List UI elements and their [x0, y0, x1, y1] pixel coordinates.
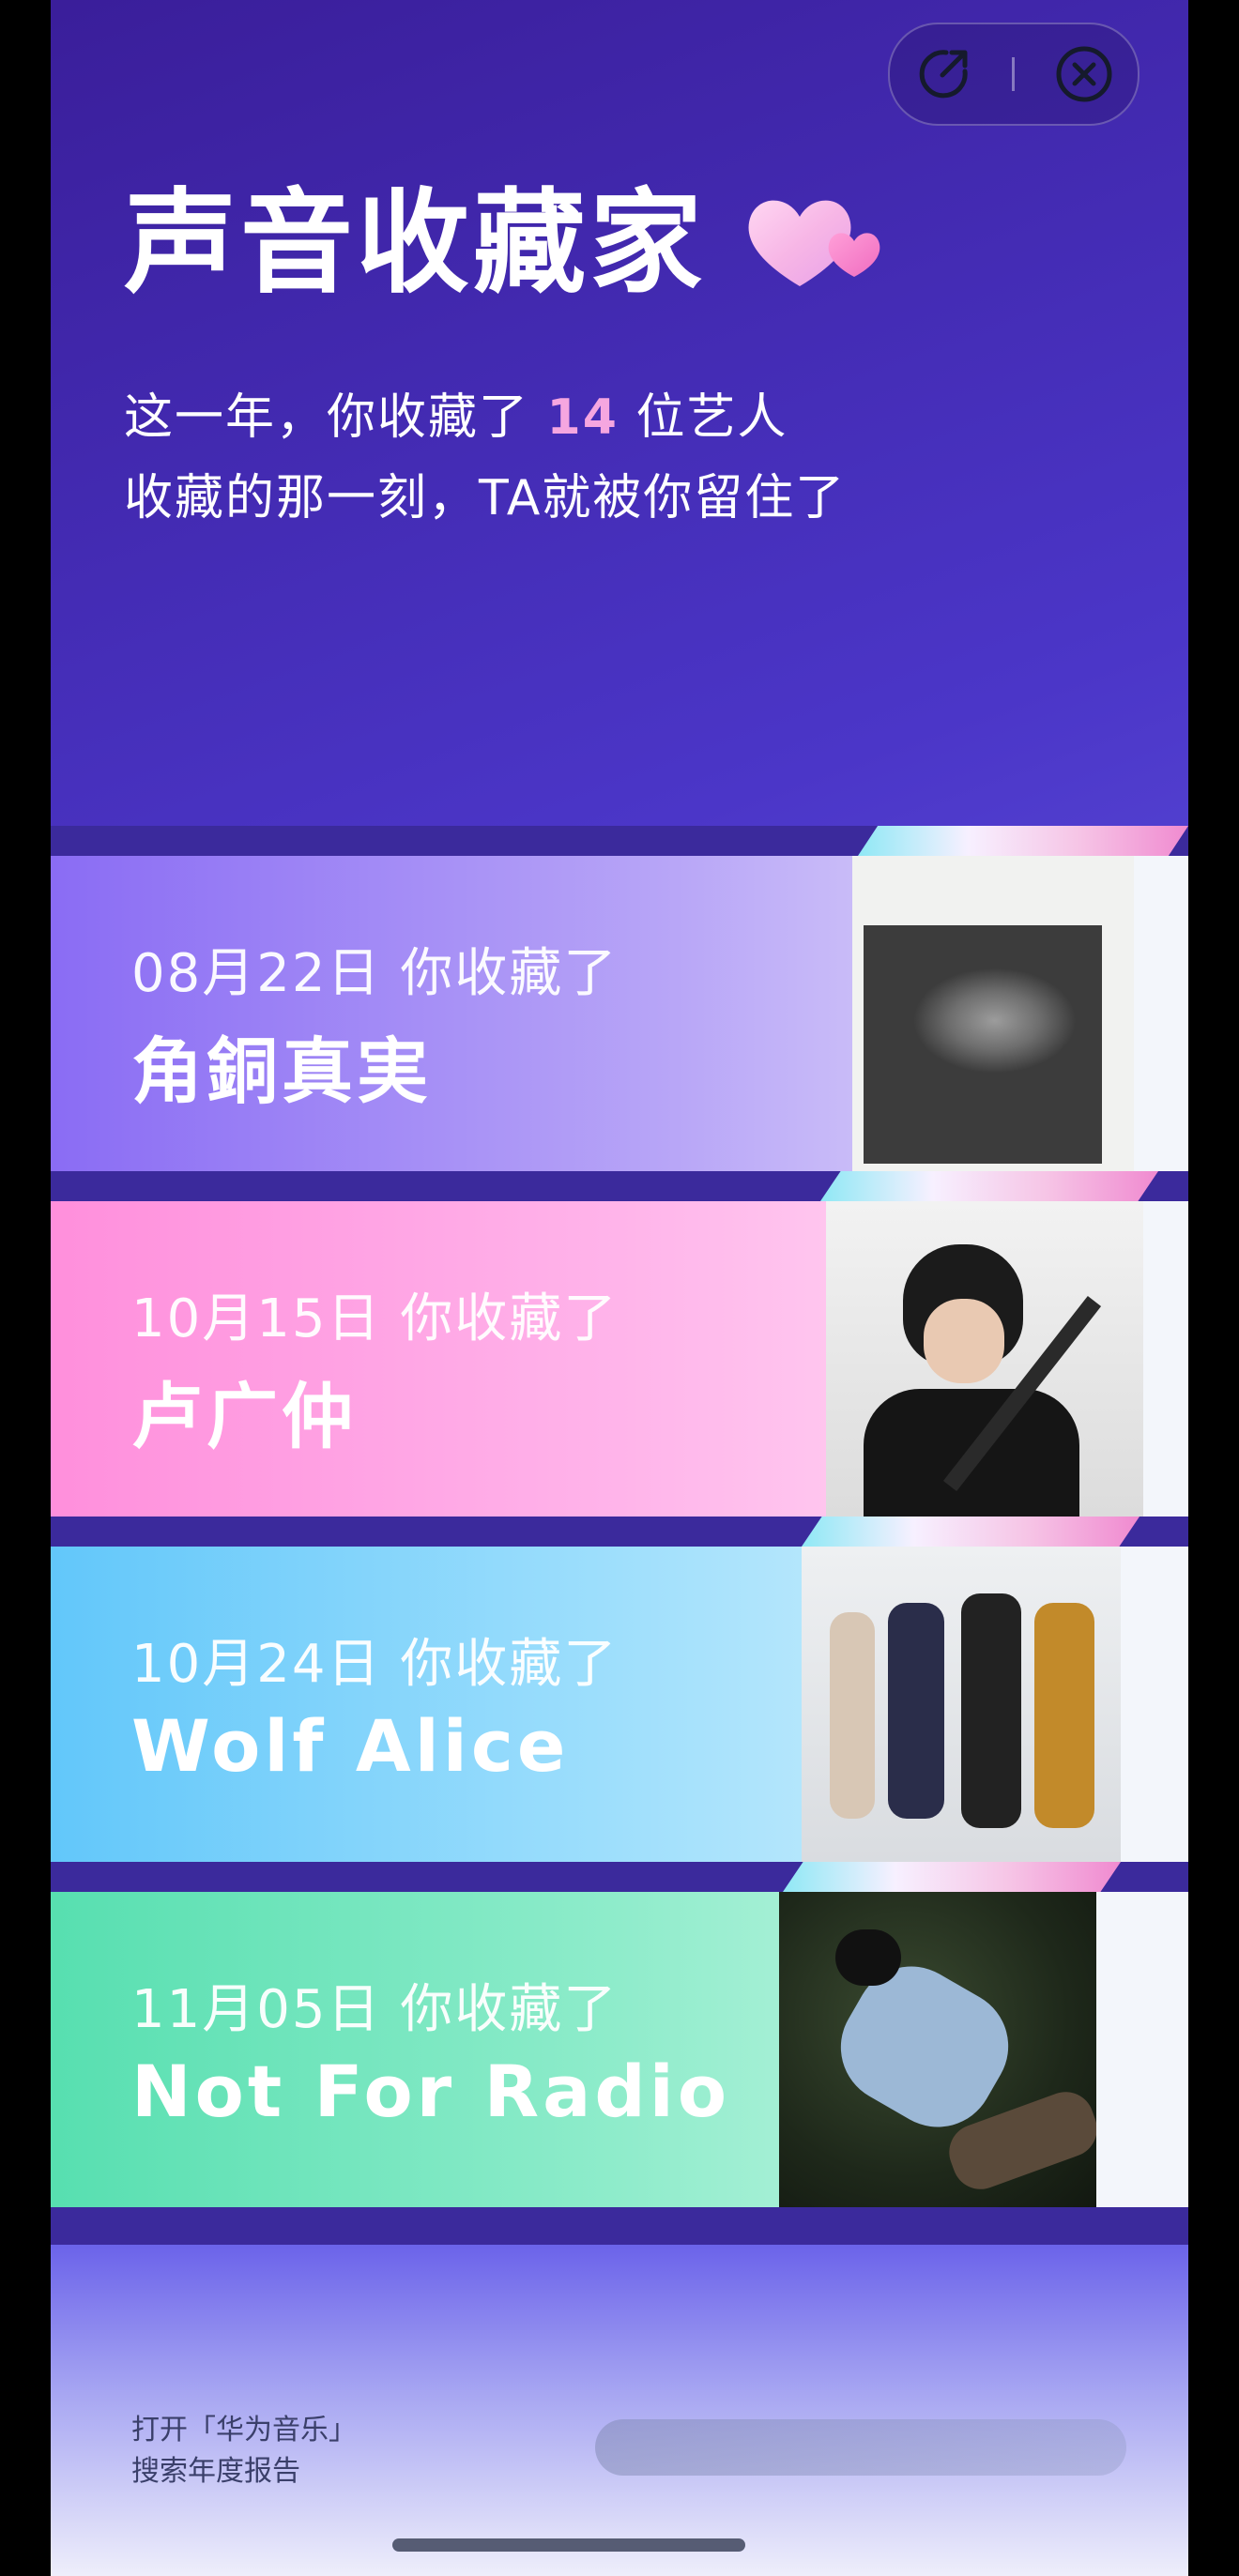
summary-line-2: 收藏的那一刻，TA就被你留住了 [124, 470, 847, 526]
list-item[interactable]: 08月22日 你收藏了 角銅真実 [51, 856, 1188, 1171]
item-artist: 角銅真実 [131, 1029, 432, 1113]
share-button[interactable] [906, 37, 981, 112]
heart-icon [748, 200, 880, 286]
title-row: 声音收藏家 [124, 188, 884, 300]
list-item[interactable]: 10月15日 你收藏了 卢广仲 [51, 1201, 1188, 1517]
list-item[interactable]: 11月05日 你收藏了 Not For Radio [51, 1892, 1188, 2207]
artist-photo [802, 1547, 1121, 1862]
summary-prefix: 这一年，你收藏了 [124, 389, 530, 446]
artist-photo [826, 1201, 1145, 1517]
page-title: 声音收藏家 [124, 178, 706, 309]
divider-bar [51, 1517, 1188, 1547]
divider-bar [51, 2207, 1188, 2247]
item-artist: Wolf Alice [131, 1704, 570, 1788]
item-date: 10月15日 你收藏了 [131, 1288, 619, 1349]
divider-bar [51, 1862, 1188, 1892]
item-date: 08月22日 你收藏了 [131, 943, 619, 1004]
item-artist: Not For Radio [131, 2050, 731, 2133]
album-cover [852, 856, 1134, 1171]
footer: 打开「华为音乐」 搜索年度报告 [51, 2245, 1188, 2576]
pill-divider [1012, 57, 1016, 91]
divider-bar [51, 1171, 1188, 1201]
home-indicator[interactable] [392, 2538, 745, 2552]
top-action-pill [888, 23, 1140, 126]
artist-photo [779, 1892, 1098, 2207]
item-date: 11月05日 你收藏了 [131, 1979, 619, 2040]
blurred-watermark [595, 2419, 1126, 2476]
close-icon [1056, 46, 1112, 102]
artist-list: 08月22日 你收藏了 角銅真実 10月15日 你收藏了 卢广仲 10月24日 … [51, 826, 1188, 2247]
summary-suffix: 位艺人 [635, 389, 788, 446]
footer-hint: 打开「华为音乐」 搜索年度报告 [131, 2410, 357, 2492]
close-button[interactable] [1047, 37, 1122, 112]
artist-count: 14 [546, 389, 619, 446]
report-screen: 声音收藏家 这一年，你收藏了 14 位艺人 收藏的那一刻，TA就被你留住了 08… [51, 0, 1188, 2576]
list-item[interactable]: 10月24日 你收藏了 Wolf Alice [51, 1547, 1188, 1862]
footer-line-2: 搜索年度报告 [131, 2455, 300, 2488]
item-artist: 卢广仲 [131, 1375, 357, 1458]
footer-line-1: 打开「华为音乐」 [131, 2414, 357, 2446]
share-icon [919, 50, 968, 99]
item-date: 10月24日 你收藏了 [131, 1634, 619, 1695]
divider-bar [51, 826, 1188, 856]
summary-line-1: 这一年，你收藏了 14 位艺人 [124, 377, 788, 448]
